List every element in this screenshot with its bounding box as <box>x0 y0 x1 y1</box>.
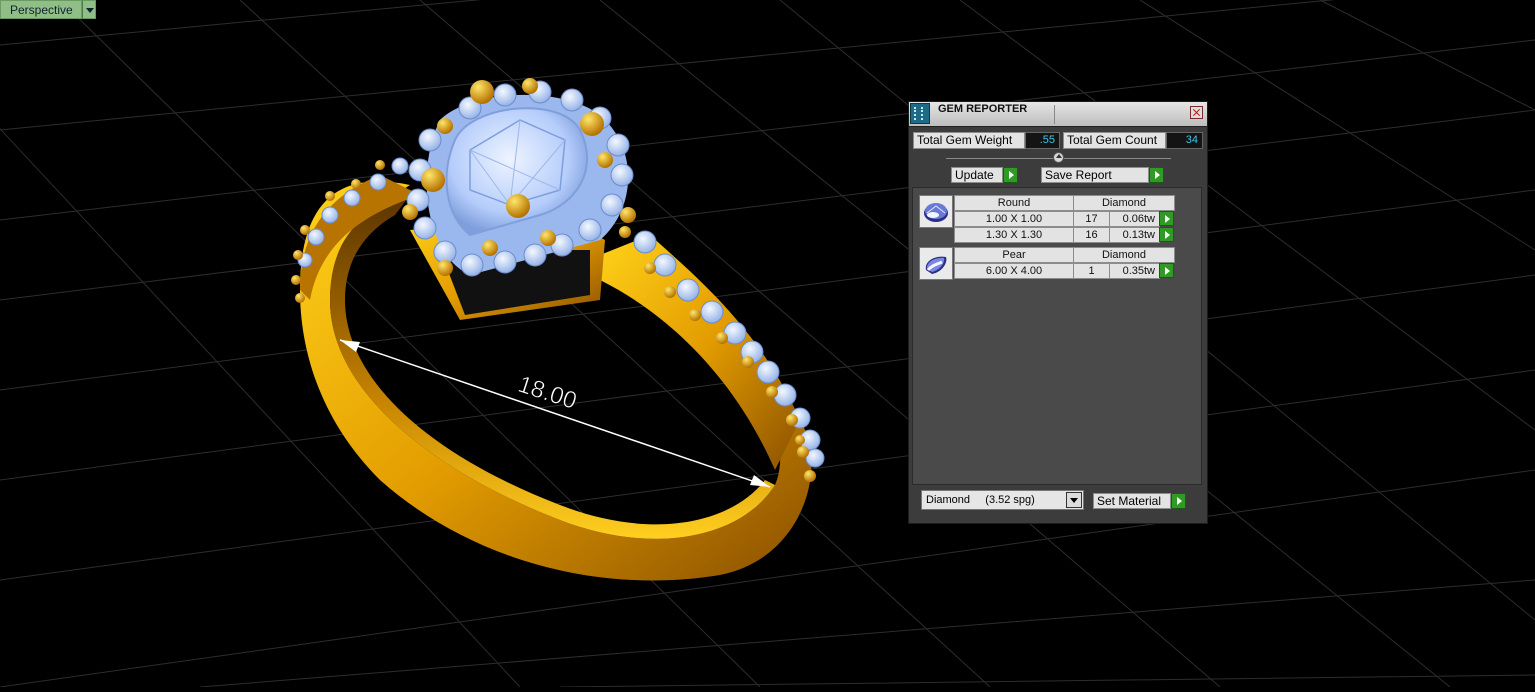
grid <box>0 0 1535 688</box>
gem-size: 6.00 X 4.00 <box>954 263 1074 279</box>
close-icon[interactable] <box>1190 106 1203 119</box>
ring-scene: 18.00 <box>0 0 1535 688</box>
ring-head <box>402 78 636 320</box>
3d-viewport[interactable]: 18.00 <box>0 0 1535 688</box>
gem-material: Diamond <box>1073 195 1175 211</box>
gem-count: 16 <box>1073 227 1110 243</box>
save-report-go-icon[interactable] <box>1149 167 1164 183</box>
total-gem-count: Total Gem Count 34 <box>1063 132 1203 149</box>
select-row-go-icon[interactable] <box>1159 263 1174 278</box>
set-material-button-label: Set Material <box>1093 493 1171 509</box>
titlebar-divider <box>1054 105 1055 124</box>
save-report-button[interactable]: Save Report <box>1041 167 1164 183</box>
gem-shape: Pear <box>954 247 1074 263</box>
gem-count: 17 <box>1073 211 1110 227</box>
material-select[interactable]: Diamond (3.52 spg) <box>921 490 1084 510</box>
viewport-label[interactable]: Perspective <box>0 0 82 19</box>
update-button-label: Update <box>951 167 1003 183</box>
select-row-go-icon[interactable] <box>1159 211 1174 226</box>
gem-reporter-panel: GEM REPORTER Total Gem Weight .55 Total … <box>908 101 1208 524</box>
gem-count: 1 <box>1073 263 1110 279</box>
viewport-menu-arrow-icon[interactable] <box>81 0 96 19</box>
material-select-value: Diamond (3.52 spg) <box>926 494 1035 506</box>
gem-weight: 0.35tw <box>1109 263 1160 279</box>
round-gem-icon <box>919 195 953 228</box>
total-gem-weight-value: .55 <box>1025 132 1060 149</box>
pear-gem-icon <box>919 247 953 280</box>
save-report-button-label: Save Report <box>1041 167 1149 183</box>
viewport-tab: Perspective <box>0 0 96 19</box>
total-gem-weight: Total Gem Weight .55 <box>913 132 1060 149</box>
collapse-slider-icon[interactable] <box>1053 152 1064 163</box>
gem-size: 1.30 X 1.30 <box>954 227 1074 243</box>
dimension-value: 18.00 <box>515 371 580 415</box>
gem-reporter-title: GEM REPORTER <box>938 103 1028 115</box>
gem-size: 1.00 X 1.00 <box>954 211 1074 227</box>
total-gem-count-label: Total Gem Count <box>1063 132 1166 149</box>
select-row-go-icon[interactable] <box>1159 227 1174 242</box>
set-material-go-icon[interactable] <box>1171 493 1186 509</box>
total-gem-weight-label: Total Gem Weight <box>913 132 1025 149</box>
gem-reporter-titlebar[interactable]: GEM REPORTER <box>909 102 1207 127</box>
total-gem-count-value: 34 <box>1166 132 1203 149</box>
update-button[interactable]: Update <box>951 167 1018 183</box>
gem-shape: Round <box>954 195 1074 211</box>
gem-weight: 0.06tw <box>1109 211 1160 227</box>
gem-list: Round Diamond 1.00 X 1.00 17 0.06tw 1.30… <box>912 187 1202 485</box>
gem-material: Diamond <box>1073 247 1175 263</box>
chevron-down-icon[interactable] <box>1066 492 1082 508</box>
gem-reporter-icon <box>910 103 930 124</box>
gem-weight: 0.13tw <box>1109 227 1160 243</box>
update-go-icon[interactable] <box>1003 167 1018 183</box>
set-material-button[interactable]: Set Material <box>1093 493 1186 509</box>
